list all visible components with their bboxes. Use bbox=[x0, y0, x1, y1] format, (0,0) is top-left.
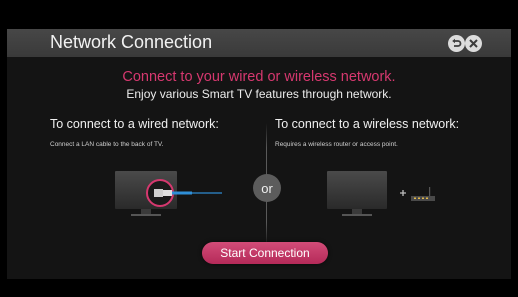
wireless-section-description: Requires a wireless router or access poi… bbox=[275, 141, 398, 148]
start-connection-button[interactable]: Start Connection bbox=[202, 242, 328, 264]
network-connection-screen: Network Connection Connect to your wired… bbox=[7, 29, 511, 279]
wired-section-description: Connect a LAN cable to the back of TV. bbox=[50, 141, 164, 148]
header-bar: Network Connection bbox=[7, 29, 511, 57]
wireless-section-title: To connect to a wireless network: bbox=[275, 117, 460, 131]
tv-back-icon bbox=[327, 171, 387, 209]
close-button[interactable] bbox=[465, 35, 482, 52]
wireless-tv-illustration bbox=[327, 171, 435, 216]
or-separator: or bbox=[253, 174, 281, 202]
wired-tv-illustration bbox=[115, 171, 222, 216]
lan-plug-icon bbox=[163, 190, 172, 196]
wired-section-title: To connect to a wired network: bbox=[50, 117, 219, 131]
back-button[interactable] bbox=[448, 35, 465, 52]
intro-subline: Enjoy various Smart TV features through … bbox=[126, 87, 392, 101]
page-title: Network Connection bbox=[50, 32, 213, 52]
plus-icon bbox=[400, 190, 406, 196]
lan-cable-icon bbox=[172, 191, 192, 195]
intro-headline: Connect to your wired or wireless networ… bbox=[122, 69, 396, 85]
back-arrow-icon bbox=[452, 38, 462, 47]
close-icon bbox=[469, 39, 478, 48]
